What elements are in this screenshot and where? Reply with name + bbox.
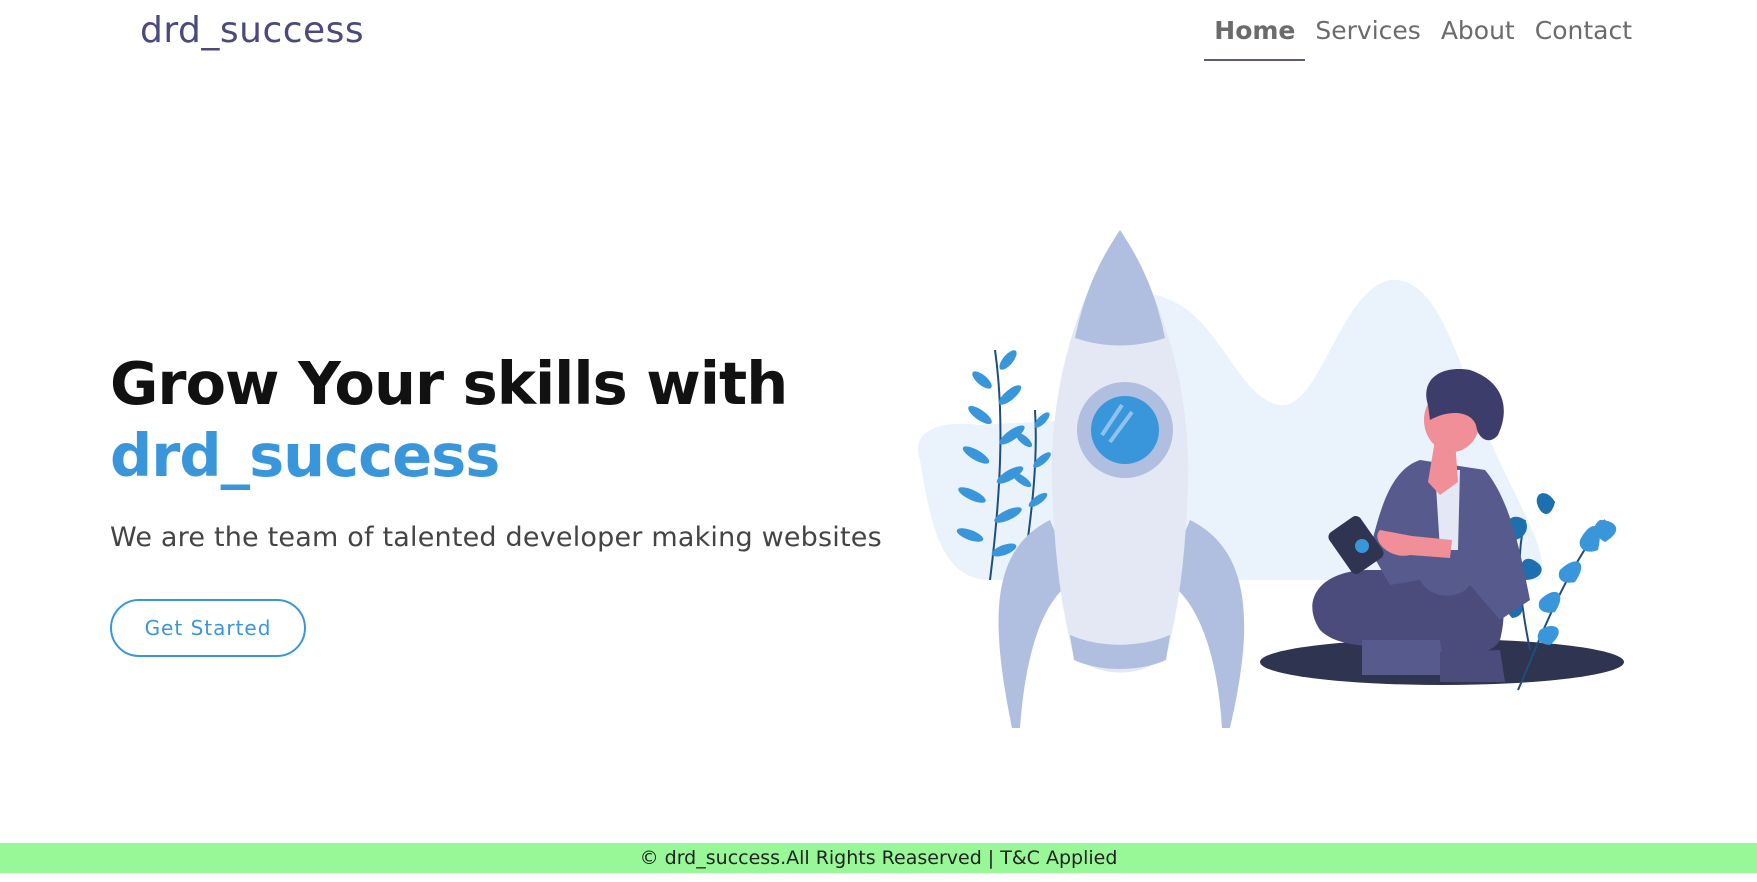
brand-logo-link[interactable]: drd_success bbox=[140, 10, 364, 51]
rocket-launch-illustration bbox=[918, 230, 1624, 728]
hero-title: Grow Your skills with drd_success bbox=[110, 348, 910, 492]
hero-title-brand: drd_success bbox=[110, 421, 500, 490]
nav-link-home[interactable]: Home bbox=[1204, 14, 1306, 61]
nav-link-services[interactable]: Services bbox=[1305, 14, 1430, 61]
navbar: drd_success Home Services About Contact bbox=[0, 0, 1757, 70]
footer: © drd_success.All Rights Reaserved | T&C… bbox=[0, 843, 1757, 873]
nav-link-about[interactable]: About bbox=[1431, 14, 1525, 61]
nav-links: Home Services About Contact bbox=[1204, 14, 1642, 61]
get-started-button[interactable]: Get Started bbox=[110, 599, 306, 657]
hero-title-line: Grow Your skills with bbox=[110, 349, 788, 418]
hero-subtitle: We are the team of talented developer ma… bbox=[110, 522, 882, 553]
footer-text: © drd_success.All Rights Reaserved | T&C… bbox=[639, 847, 1118, 869]
hero-text: Grow Your skills with drd_success We are… bbox=[110, 348, 910, 553]
nav-link-contact[interactable]: Contact bbox=[1525, 14, 1642, 61]
page: drd_success Home Services About Contact … bbox=[0, 0, 1757, 882]
